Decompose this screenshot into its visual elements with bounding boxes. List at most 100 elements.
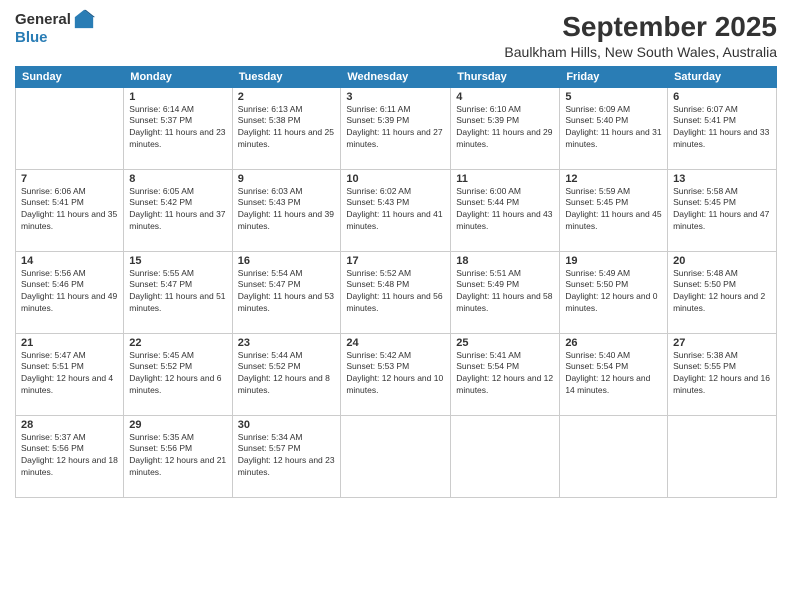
day-number: 29: [129, 419, 226, 431]
calendar-cell: 16Sunrise: 5:54 AM Sunset: 5:47 PM Dayli…: [232, 251, 341, 333]
day-info: Sunrise: 5:58 AM Sunset: 5:45 PM Dayligh…: [673, 186, 771, 234]
logo-blue-text: Blue: [15, 30, 48, 47]
day-number: 14: [21, 255, 118, 267]
day-number: 22: [129, 337, 226, 349]
day-number: 25: [456, 337, 554, 349]
day-info: Sunrise: 5:54 AM Sunset: 5:47 PM Dayligh…: [238, 268, 336, 316]
day-info: Sunrise: 5:48 AM Sunset: 5:50 PM Dayligh…: [673, 268, 771, 316]
day-header-tuesday: Tuesday: [232, 66, 341, 87]
day-header-saturday: Saturday: [668, 66, 777, 87]
day-info: Sunrise: 5:37 AM Sunset: 5:56 PM Dayligh…: [21, 432, 118, 480]
calendar-cell: [668, 415, 777, 497]
day-number: 28: [21, 419, 118, 431]
calendar-cell: 13Sunrise: 5:58 AM Sunset: 5:45 PM Dayli…: [668, 169, 777, 251]
day-info: Sunrise: 6:13 AM Sunset: 5:38 PM Dayligh…: [238, 104, 336, 152]
calendar-cell: 27Sunrise: 5:38 AM Sunset: 5:55 PM Dayli…: [668, 333, 777, 415]
day-number: 21: [21, 337, 118, 349]
calendar-cell: 12Sunrise: 5:59 AM Sunset: 5:45 PM Dayli…: [560, 169, 668, 251]
calendar-cell: [341, 415, 451, 497]
day-info: Sunrise: 5:49 AM Sunset: 5:50 PM Dayligh…: [565, 268, 662, 316]
calendar-cell: 26Sunrise: 5:40 AM Sunset: 5:54 PM Dayli…: [560, 333, 668, 415]
day-info: Sunrise: 5:42 AM Sunset: 5:53 PM Dayligh…: [346, 350, 445, 398]
day-header-sunday: Sunday: [16, 66, 124, 87]
calendar-cell: 3Sunrise: 6:11 AM Sunset: 5:39 PM Daylig…: [341, 87, 451, 169]
calendar-cell: 2Sunrise: 6:13 AM Sunset: 5:38 PM Daylig…: [232, 87, 341, 169]
day-number: 6: [673, 91, 771, 103]
day-info: Sunrise: 5:38 AM Sunset: 5:55 PM Dayligh…: [673, 350, 771, 398]
calendar-cell: 5Sunrise: 6:09 AM Sunset: 5:40 PM Daylig…: [560, 87, 668, 169]
calendar-cell: [16, 87, 124, 169]
calendar-cell: 8Sunrise: 6:05 AM Sunset: 5:42 PM Daylig…: [124, 169, 232, 251]
calendar-cell: 10Sunrise: 6:02 AM Sunset: 5:43 PM Dayli…: [341, 169, 451, 251]
day-number: 2: [238, 91, 336, 103]
day-info: Sunrise: 6:11 AM Sunset: 5:39 PM Dayligh…: [346, 104, 445, 152]
calendar-cell: 4Sunrise: 6:10 AM Sunset: 5:39 PM Daylig…: [451, 87, 560, 169]
day-number: 26: [565, 337, 662, 349]
day-number: 24: [346, 337, 445, 349]
calendar-cell: 20Sunrise: 5:48 AM Sunset: 5:50 PM Dayli…: [668, 251, 777, 333]
day-info: Sunrise: 5:34 AM Sunset: 5:57 PM Dayligh…: [238, 432, 336, 480]
day-info: Sunrise: 5:51 AM Sunset: 5:49 PM Dayligh…: [456, 268, 554, 316]
calendar-cell: 21Sunrise: 5:47 AM Sunset: 5:51 PM Dayli…: [16, 333, 124, 415]
day-header-thursday: Thursday: [451, 66, 560, 87]
calendar-cell: 9Sunrise: 6:03 AM Sunset: 5:43 PM Daylig…: [232, 169, 341, 251]
calendar-cell: 25Sunrise: 5:41 AM Sunset: 5:54 PM Dayli…: [451, 333, 560, 415]
calendar-cell: [451, 415, 560, 497]
location-title: Baulkham Hills, New South Wales, Austral…: [115, 44, 777, 60]
calendar-cell: 14Sunrise: 5:56 AM Sunset: 5:46 PM Dayli…: [16, 251, 124, 333]
day-info: Sunrise: 6:07 AM Sunset: 5:41 PM Dayligh…: [673, 104, 771, 152]
day-info: Sunrise: 5:55 AM Sunset: 5:47 PM Dayligh…: [129, 268, 226, 316]
header-row: SundayMondayTuesdayWednesdayThursdayFrid…: [16, 66, 777, 87]
calendar-cell: 6Sunrise: 6:07 AM Sunset: 5:41 PM Daylig…: [668, 87, 777, 169]
day-info: Sunrise: 6:00 AM Sunset: 5:44 PM Dayligh…: [456, 186, 554, 234]
calendar-cell: 24Sunrise: 5:42 AM Sunset: 5:53 PM Dayli…: [341, 333, 451, 415]
day-number: 10: [346, 173, 445, 185]
calendar-table: SundayMondayTuesdayWednesdayThursdayFrid…: [15, 66, 777, 498]
day-number: 27: [673, 337, 771, 349]
calendar-cell: 1Sunrise: 6:14 AM Sunset: 5:37 PM Daylig…: [124, 87, 232, 169]
day-number: 4: [456, 91, 554, 103]
calendar-cell: 30Sunrise: 5:34 AM Sunset: 5:57 PM Dayli…: [232, 415, 341, 497]
calendar-cell: [560, 415, 668, 497]
calendar-cell: 7Sunrise: 6:06 AM Sunset: 5:41 PM Daylig…: [16, 169, 124, 251]
day-info: Sunrise: 5:47 AM Sunset: 5:51 PM Dayligh…: [21, 350, 118, 398]
day-number: 15: [129, 255, 226, 267]
day-number: 12: [565, 173, 662, 185]
calendar-cell: 17Sunrise: 5:52 AM Sunset: 5:48 PM Dayli…: [341, 251, 451, 333]
week-row-3: 14Sunrise: 5:56 AM Sunset: 5:46 PM Dayli…: [16, 251, 777, 333]
month-title: September 2025: [115, 10, 777, 44]
week-row-5: 28Sunrise: 5:37 AM Sunset: 5:56 PM Dayli…: [16, 415, 777, 497]
day-header-monday: Monday: [124, 66, 232, 87]
day-number: 20: [673, 255, 771, 267]
header-section: General Blue September 2025 Baulkham Hil…: [15, 10, 777, 60]
day-number: 5: [565, 91, 662, 103]
day-info: Sunrise: 6:14 AM Sunset: 5:37 PM Dayligh…: [129, 104, 226, 152]
day-info: Sunrise: 5:56 AM Sunset: 5:46 PM Dayligh…: [21, 268, 118, 316]
day-number: 3: [346, 91, 445, 103]
calendar-cell: 28Sunrise: 5:37 AM Sunset: 5:56 PM Dayli…: [16, 415, 124, 497]
title-section: September 2025 Baulkham Hills, New South…: [115, 10, 777, 60]
day-number: 16: [238, 255, 336, 267]
day-info: Sunrise: 5:44 AM Sunset: 5:52 PM Dayligh…: [238, 350, 336, 398]
week-row-2: 7Sunrise: 6:06 AM Sunset: 5:41 PM Daylig…: [16, 169, 777, 251]
day-info: Sunrise: 5:40 AM Sunset: 5:54 PM Dayligh…: [565, 350, 662, 398]
day-header-wednesday: Wednesday: [341, 66, 451, 87]
calendar-cell: 18Sunrise: 5:51 AM Sunset: 5:49 PM Dayli…: [451, 251, 560, 333]
day-number: 7: [21, 173, 118, 185]
day-number: 8: [129, 173, 226, 185]
day-info: Sunrise: 5:45 AM Sunset: 5:52 PM Dayligh…: [129, 350, 226, 398]
logo-icon: [73, 8, 95, 30]
day-header-friday: Friday: [560, 66, 668, 87]
logo: General Blue: [15, 10, 95, 47]
week-row-1: 1Sunrise: 6:14 AM Sunset: 5:37 PM Daylig…: [16, 87, 777, 169]
day-info: Sunrise: 5:59 AM Sunset: 5:45 PM Dayligh…: [565, 186, 662, 234]
day-info: Sunrise: 6:09 AM Sunset: 5:40 PM Dayligh…: [565, 104, 662, 152]
calendar-cell: 22Sunrise: 5:45 AM Sunset: 5:52 PM Dayli…: [124, 333, 232, 415]
day-info: Sunrise: 6:05 AM Sunset: 5:42 PM Dayligh…: [129, 186, 226, 234]
calendar-cell: 19Sunrise: 5:49 AM Sunset: 5:50 PM Dayli…: [560, 251, 668, 333]
day-number: 23: [238, 337, 336, 349]
day-number: 9: [238, 173, 336, 185]
calendar-cell: 15Sunrise: 5:55 AM Sunset: 5:47 PM Dayli…: [124, 251, 232, 333]
day-info: Sunrise: 5:52 AM Sunset: 5:48 PM Dayligh…: [346, 268, 445, 316]
day-info: Sunrise: 5:35 AM Sunset: 5:56 PM Dayligh…: [129, 432, 226, 480]
